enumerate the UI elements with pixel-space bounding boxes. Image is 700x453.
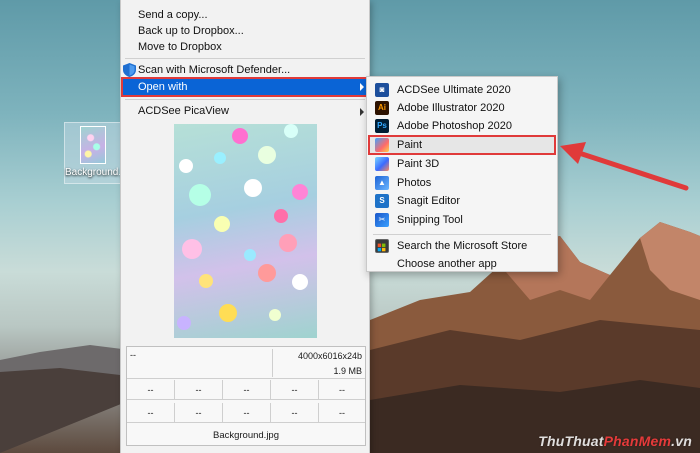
menu-item-scan-defender-label: Scan with Microsoft Defender... (138, 64, 291, 76)
info-cell: -- (127, 380, 175, 400)
submenu-item-snagit[interactable]: S Snagit Editor (369, 192, 555, 210)
acdsee-icon: ◙ (375, 83, 389, 97)
menu-item-backup-dropbox[interactable]: Back up to Dropbox... (121, 23, 369, 39)
submenu-item-label: Snipping Tool (397, 214, 463, 226)
submenu-item-photos[interactable]: ▲ Photos (369, 174, 555, 192)
submenu-item-search-store[interactable]: Search the Microsoft Store (369, 237, 555, 255)
info-cell: -- (223, 380, 271, 400)
submenu-item-paint3d[interactable]: Paint 3D (369, 155, 555, 173)
submenu-arrow-icon (360, 108, 364, 116)
info-header: -- 4000x6016x24b 1.9 MB (127, 347, 365, 379)
submenu-item-label: Search the Microsoft Store (397, 240, 528, 252)
menu-item-acdsee-picaview[interactable]: ACDSee PicaView (121, 103, 369, 119)
info-cell: -- (175, 403, 223, 423)
submenu-item-label: Paint (397, 139, 423, 151)
menu-item-scan-defender[interactable]: Scan with Microsoft Defender... (121, 62, 369, 78)
menu-separator (125, 99, 365, 100)
snipping-tool-icon: ✂ (375, 213, 389, 227)
info-filename: Background.jpg (212, 430, 280, 441)
submenu-item-choose-another-app[interactable]: Choose another app (369, 255, 555, 273)
store-logo (377, 243, 386, 252)
info-cell: -- (127, 403, 175, 423)
menu-item-open-with-label: Open with (138, 81, 188, 93)
photos-icon: ▲ (375, 176, 389, 190)
submenu-item-label: Choose another app (397, 258, 497, 270)
menu-item-picaview-label: ACDSee PicaView (138, 105, 229, 117)
submenu-item-snipping-tool[interactable]: ✂ Snipping Tool (369, 211, 555, 229)
paint3d-icon (375, 157, 389, 171)
illustrator-icon: Ai (375, 101, 389, 115)
submenu-item-label: Snagit Editor (397, 195, 460, 207)
submenu-item-label: Adobe Photoshop 2020 (397, 120, 512, 132)
desktop-file-icon[interactable]: Background.jpg (64, 122, 135, 184)
snagit-icon: S (375, 194, 389, 208)
info-dimensions: 4000x6016x24b (297, 351, 362, 361)
info-cell: -- (175, 380, 223, 400)
info-cell: -- (319, 380, 365, 400)
info-divider (272, 349, 273, 377)
open-with-submenu: ◙ ACDSee Ultimate 2020 Ai Adobe Illustra… (366, 76, 558, 272)
file-thumbnail (80, 126, 106, 164)
menu-separator (373, 234, 551, 235)
store-icon (375, 239, 389, 253)
menu-item-move-dropbox[interactable]: Move to Dropbox (121, 39, 369, 55)
image-preview (174, 124, 317, 338)
submenu-item-paint[interactable]: Paint (368, 135, 556, 155)
menu-item-open-with[interactable]: Open with (121, 77, 370, 97)
submenu-item-label: ACDSee Ultimate 2020 (397, 84, 511, 96)
watermark: ThuThuatPhanMem.vn (538, 433, 692, 449)
menu-item-send-copy[interactable]: Send a copy... (121, 7, 369, 23)
preview-info-panel: -- 4000x6016x24b 1.9 MB -- -- -- -- -- -… (126, 346, 366, 446)
info-size: 1.9 MB (333, 366, 362, 376)
submenu-arrow-icon (360, 83, 364, 91)
photoshop-icon: Ps (375, 119, 389, 133)
submenu-item-label: Photos (397, 177, 432, 189)
info-cell: -- (271, 403, 319, 423)
submenu-item-photoshop[interactable]: Ps Adobe Photoshop 2020 (369, 117, 555, 135)
info-top-left: -- (130, 350, 136, 360)
info-cell: -- (319, 403, 365, 423)
context-menu: Send a copy... Back up to Dropbox... Mov… (120, 0, 370, 453)
info-cell: -- (271, 380, 319, 400)
menu-separator (125, 58, 365, 59)
submenu-item-acdsee[interactable]: ◙ ACDSee Ultimate 2020 (369, 81, 555, 99)
submenu-item-illustrator[interactable]: Ai Adobe Illustrator 2020 (369, 99, 555, 117)
annotation-arrow-icon (560, 142, 689, 191)
desktop-file-label: Background.jpg (65, 167, 135, 178)
info-cell: -- (223, 403, 271, 423)
paint-icon (375, 138, 389, 152)
defender-shield-icon (123, 63, 136, 77)
submenu-item-label: Adobe Illustrator 2020 (397, 102, 505, 114)
submenu-item-label: Paint 3D (397, 158, 440, 170)
